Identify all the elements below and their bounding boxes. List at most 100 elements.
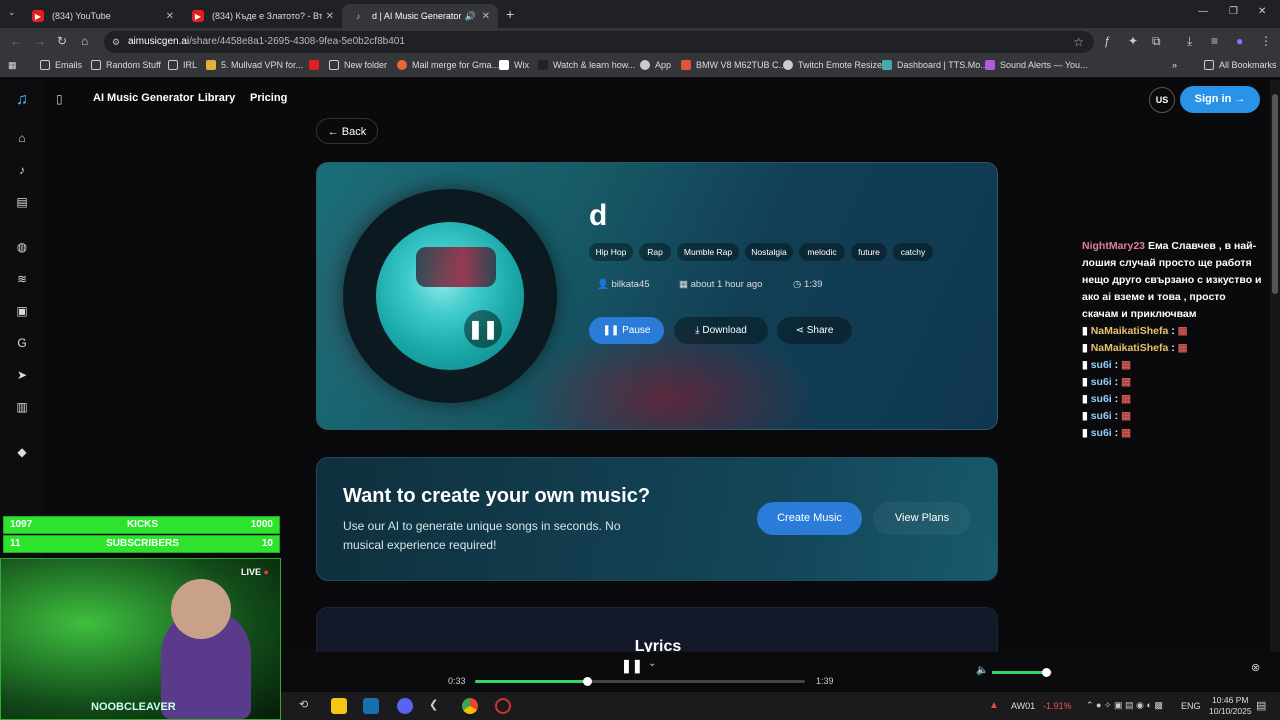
total-time: 1:39 [816, 676, 834, 686]
youtube-icon: ▶ [32, 10, 44, 22]
system-clock[interactable]: 10:46 PM 10/10/2025 [1209, 695, 1252, 717]
share-button[interactable]: ⋖ Share [777, 317, 852, 344]
stock-symbol[interactable]: AW01 [1011, 701, 1035, 711]
genre-tag[interactable]: Rap [639, 243, 671, 261]
window-close-icon[interactable]: ✕ [1258, 6, 1266, 17]
close-icon[interactable]: ✕ [482, 11, 490, 22]
new-tab-icon[interactable]: + [506, 6, 514, 22]
close-player-icon[interactable]: ⊗ [1251, 661, 1260, 674]
waveform-icon[interactable]: ≋ [14, 271, 30, 287]
bookmark-item[interactable]: Random Stuff [91, 60, 161, 70]
book-icon[interactable]: ▥ [14, 399, 30, 415]
bookmark-item[interactable] [309, 60, 324, 70]
bookmark-star-icon[interactable]: ☆ [1073, 31, 1084, 53]
back-button[interactable]: ← Back [316, 118, 378, 144]
more-bookmarks-icon[interactable]: » [1172, 60, 1177, 70]
video-icon[interactable]: ▣ [14, 303, 30, 319]
tab-search-icon[interactable]: ⌄ [8, 7, 16, 18]
chat-message: ▮ su6i : ▦ [1082, 393, 1131, 405]
pause-button[interactable]: ❚❚ Pause [589, 317, 664, 344]
language-button[interactable]: US [1149, 87, 1175, 113]
library-link[interactable]: Library [198, 92, 235, 104]
site-info-icon[interactable]: ⚙ [112, 31, 120, 53]
bookmark-item[interactable]: Sound Alerts — You... [985, 60, 1088, 70]
forward-arrow-icon[interactable]: → [34, 34, 46, 48]
tab-youtube[interactable]: ▶ (834) YouTube ✕ [22, 4, 182, 28]
taskbar-chrome-icon[interactable] [462, 698, 478, 714]
genre-tag[interactable]: melodic [799, 243, 845, 261]
bookmark-item[interactable]: IRL [168, 60, 197, 70]
genre-tag[interactable]: Mumble Rap [677, 243, 739, 261]
bookmark-item[interactable]: Emails [40, 60, 82, 70]
pause-icon[interactable]: ❚❚ [621, 658, 643, 674]
home-icon[interactable]: ⌂ [81, 34, 88, 48]
taskbar-back-icon[interactable]: ⟲ [299, 698, 315, 714]
download-icon[interactable]: ⤓ [1187, 34, 1192, 49]
close-icon[interactable]: ✕ [326, 11, 334, 22]
equalizer-icon[interactable]: ◍ [14, 239, 30, 255]
volume-slider[interactable] [992, 668, 1052, 677]
home-icon[interactable]: ⌂ [14, 130, 30, 146]
sidebar-toggle-icon[interactable]: ▯ [56, 92, 63, 106]
scrollbar-thumb[interactable] [1272, 94, 1278, 294]
bookmark-item[interactable]: Watch & learn how... [538, 60, 635, 70]
extension-icon[interactable]: ƒ [1104, 34, 1111, 48]
view-plans-button[interactable]: View Plans [873, 502, 971, 535]
menu-icon[interactable]: ⋮ [1260, 34, 1272, 48]
pause-icon[interactable]: ❚❚ [464, 310, 502, 348]
genre-tag[interactable]: catchy [893, 243, 933, 261]
taskbar-discord-icon[interactable] [397, 698, 413, 714]
bookmark-item[interactable]: Twitch Emote Resizer [783, 60, 885, 70]
send-icon[interactable]: ➤ [14, 367, 30, 383]
minimize-icon[interactable]: — [1198, 6, 1208, 17]
progress-bar[interactable] [475, 677, 805, 686]
back-arrow-icon[interactable]: ← [10, 34, 22, 48]
sign-in-button[interactable]: Sign in → [1180, 86, 1260, 113]
volume-handle[interactable] [1042, 668, 1051, 677]
apps-icon[interactable]: ▦ [8, 60, 17, 71]
taskbar-app-icon[interactable]: ❮ [429, 698, 445, 714]
download-button[interactable]: ⤓ Download [674, 317, 768, 344]
create-music-button[interactable]: Create Music [757, 502, 862, 535]
bookmark-item[interactable]: All Bookmarks [1204, 60, 1277, 70]
library-icon[interactable]: ▤ [14, 194, 30, 210]
language-indicator[interactable]: ENG [1181, 701, 1201, 711]
bookmark-item[interactable]: New folder [329, 60, 387, 70]
pricing-link[interactable]: Pricing [250, 92, 287, 104]
tag-icon[interactable]: ◆ [14, 444, 30, 460]
speaker-icon[interactable]: 🔊 [465, 11, 476, 22]
music-note-icon[interactable]: ♪ [14, 162, 30, 178]
bookmark-item[interactable]: Wix [499, 60, 529, 70]
profile-avatar[interactable]: ● [1236, 34, 1243, 48]
scrollbar[interactable] [1270, 80, 1280, 660]
taskbar-obs-icon[interactable] [495, 698, 511, 714]
close-icon[interactable]: ✕ [166, 11, 174, 22]
media-icon[interactable]: ≡ [1211, 34, 1218, 48]
bookmark-item[interactable]: Dashboard | TTS.Mo... [882, 60, 988, 70]
reload-icon[interactable]: ↻ [57, 34, 67, 48]
volume-icon[interactable]: 🔈 [976, 665, 988, 676]
brand-link[interactable]: AI Music Generator [93, 92, 194, 104]
genre-tag[interactable]: Hip Hop [589, 243, 633, 261]
restore-icon[interactable]: ❐ [1229, 6, 1238, 17]
bookmark-item[interactable]: App [640, 60, 671, 70]
puzzle-icon[interactable]: ⧉ [1152, 34, 1161, 49]
url-bar[interactable]: ⚙ aimusicgen.ai/share/4458e8a1-2695-4308… [104, 31, 1094, 53]
chevron-down-icon[interactable]: ⌄ [648, 658, 656, 669]
tab-ai-music[interactable]: ♪ d | AI Music Generator 🔊 ✕ [342, 4, 498, 28]
tab-youtube-2[interactable]: ▶ (834) Къде е Златото? - Втора ✕ [182, 4, 342, 28]
created-time: ▦ about 1 hour ago [679, 279, 763, 290]
tray-icons[interactable]: ⌃ ● ✧ ▣ ▤ ◉ ◐ ▩ [1086, 700, 1163, 711]
bookmark-item[interactable]: 5. Mullvad VPN for... [206, 60, 303, 70]
extension-icon-2[interactable]: ✦ [1128, 34, 1138, 48]
genre-tag[interactable]: Nostalgia [745, 243, 793, 261]
taskbar-files-icon[interactable] [331, 698, 347, 714]
bookmark-item[interactable]: BMW V8 M62TUB C... [681, 60, 786, 70]
taskbar-steam-icon[interactable] [363, 698, 379, 714]
genre-tag[interactable]: future [851, 243, 887, 261]
g-icon[interactable]: G [14, 335, 30, 351]
progress-handle[interactable] [583, 677, 593, 686]
logo-icon[interactable]: ♫ [14, 92, 30, 108]
bookmark-item[interactable]: Mail merge for Gma... [397, 60, 499, 70]
notification-icon[interactable]: ▤ [1256, 699, 1266, 712]
